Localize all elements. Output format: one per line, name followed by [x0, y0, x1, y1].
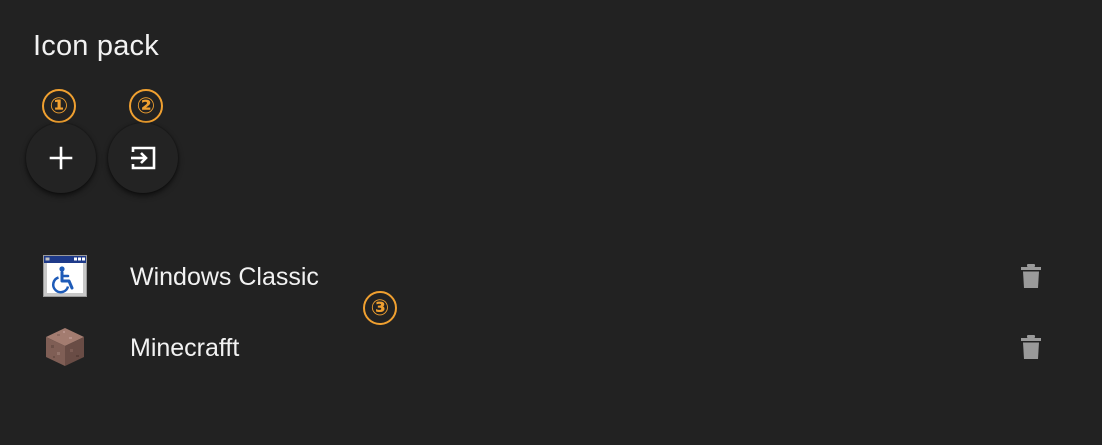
delete-icon[interactable] [1019, 263, 1043, 289]
delete-icon[interactable] [1019, 334, 1043, 360]
icon-pack-label: Minecrafft [130, 334, 240, 362]
import-icon [131, 146, 156, 170]
annotation-marker-1: ① [42, 89, 76, 123]
import-icon-pack-button[interactable] [108, 123, 178, 193]
icon-pack-row[interactable]: Minecrafft [0, 317, 1102, 377]
icon-pack-row[interactable]: Windows Classic [0, 246, 1102, 306]
icon-pack-panel: Icon pack ① ② Windows Classic Minecrafft… [0, 0, 1102, 445]
windows-classic-accessibility-icon [43, 255, 87, 297]
page-title: Icon pack [33, 30, 159, 62]
annotation-marker-3: ③ [363, 291, 397, 325]
minecraft-block-icon [46, 328, 84, 366]
add-icon-pack-button[interactable] [26, 123, 96, 193]
plus-icon [49, 146, 73, 170]
icon-pack-label: Windows Classic [130, 263, 319, 291]
annotation-marker-2: ② [129, 89, 163, 123]
